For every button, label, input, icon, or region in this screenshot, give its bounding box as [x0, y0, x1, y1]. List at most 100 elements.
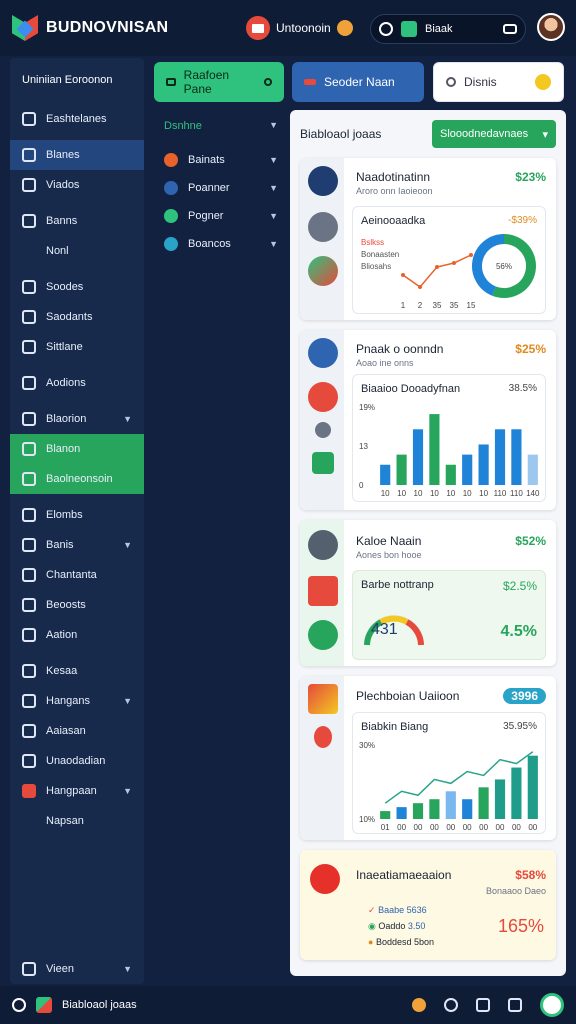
x-tick-label: 15 [467, 301, 476, 310]
x-tick-label: 140 [526, 489, 540, 498]
sub-nav-item[interactable]: Boancos ▼ [154, 230, 284, 258]
line-chart: 1 2 35 35 15 [401, 253, 476, 310]
metric-card[interactable]: Naadotinatinn $23% Aroro onn Iaoieoon Ae… [300, 158, 556, 320]
help-icon[interactable] [540, 993, 564, 1017]
sidebar-item[interactable]: Blaorion ▼ [10, 404, 144, 434]
metric-card[interactable]: Kaloe Naain $52% Aones bon hooe Barbe no… [300, 520, 556, 666]
sidebar-item[interactable]: Blanes [10, 140, 144, 170]
sidebar-item[interactable]: Sittlane [10, 332, 144, 362]
record-icon [310, 864, 340, 894]
sidebar-item-label: Baolneonsoin [46, 473, 113, 485]
chart-title: Biabkin Biang [361, 721, 429, 733]
sidebar-item[interactable]: Soodes [10, 272, 144, 302]
x-tick-label: 00 [414, 823, 423, 832]
sub-nav-header[interactable]: Dsnhne ▼ [154, 110, 284, 146]
data-point [452, 261, 456, 265]
sub-nav-item[interactable]: Bainats ▼ [154, 146, 284, 174]
account-pill[interactable]: Biaak [370, 14, 526, 44]
search-button-icon[interactable] [535, 74, 551, 90]
sidebar-item-bottom[interactable]: Vieen ▼ [10, 956, 144, 982]
window-icon[interactable] [476, 998, 490, 1012]
sub-nav-label: Poanner [188, 182, 230, 194]
image-icon [308, 256, 338, 286]
sidebar-item[interactable]: Banis ▼ [10, 530, 144, 560]
sidebar-item[interactable]: Kesaa [10, 656, 144, 686]
chat-icon[interactable] [444, 998, 458, 1012]
sidebar-item[interactable]: Elombs [10, 500, 144, 530]
circle-icon [264, 78, 272, 86]
bottom-status-text: Biabloaol joaas [62, 999, 137, 1011]
sub-nav-item[interactable]: Pogner ▼ [154, 202, 284, 230]
panel-dropdown-button[interactable]: Slooodnedavnaes ▾ [432, 120, 556, 148]
sidebar-item[interactable]: Baolneonsoin [10, 464, 144, 494]
sidebar-item[interactable]: Viados [10, 170, 144, 200]
grid-icon [22, 754, 36, 768]
robot-icon [308, 338, 338, 368]
chevron-down-icon: ▼ [123, 696, 132, 706]
sidebar-item[interactable]: Nonl [10, 236, 144, 266]
document-icon [308, 212, 338, 242]
x-tick-label: 110 [494, 489, 507, 498]
settings-icon[interactable] [12, 998, 26, 1012]
status-icon [164, 237, 178, 251]
avatar[interactable] [537, 13, 565, 41]
flag-icon [22, 784, 36, 798]
x-tick-label: 00 [512, 823, 521, 832]
primary-action-button[interactable]: Raafoen Pane [154, 62, 284, 102]
sub-nav-item[interactable]: Poanner ▼ [154, 174, 284, 202]
home-icon [22, 962, 36, 976]
detail-row: ◉ Oaddo 3.50 [368, 918, 434, 934]
sidebar-item[interactable]: Banns [10, 206, 144, 236]
sidebar-item-label: Elombs [46, 509, 83, 521]
sidebar-item[interactable]: Hangpaan ▼ [10, 776, 144, 806]
top-center-group[interactable]: Untoonoin [246, 16, 353, 40]
search-input[interactable]: Disnis [433, 62, 564, 102]
tag-icon [22, 694, 36, 708]
metric-card[interactable]: Inaeatiamaeaaion $58% Bonaaoo Daeo ✓ Baa… [300, 850, 556, 960]
send-icon [22, 178, 36, 192]
sidebar-item[interactable]: Eashtelanes [10, 104, 144, 134]
x-tick-label: 00 [446, 823, 455, 832]
toggle-icon[interactable] [503, 24, 517, 34]
card-value: $25% [515, 342, 546, 356]
sidebar-item[interactable]: Saodants [10, 302, 144, 332]
metric-card[interactable]: Plechboian Uaiioon 3996 Biabkin Biang 35… [300, 676, 556, 840]
image-icon [22, 472, 36, 486]
sidebar-item[interactable]: Blanon [10, 434, 144, 464]
sidebar-item[interactable]: Napsan [10, 806, 144, 836]
secondary-action-label: Seoder Naan [324, 75, 395, 89]
spacer-icon [22, 244, 36, 258]
sidebar-item[interactable]: Chantanta [10, 560, 144, 590]
bar [429, 414, 440, 485]
document-icon [22, 148, 36, 162]
sidebar-item[interactable]: Unaodadian [10, 746, 144, 776]
sidebar-item[interactable]: Aodions [10, 368, 144, 398]
sub-nav: Dsnhne ▼ Bainats ▼ Poanner ▼ Pogner ▼ Boancos ▼ [154, 110, 284, 258]
notification-icon[interactable] [412, 998, 426, 1012]
row-value: 5636 [406, 905, 427, 915]
search-placeholder: Disnis [464, 75, 497, 89]
gauge-panel: Barbe nottranp $2.5% 431 4.5% [352, 570, 546, 660]
sidebar-item[interactable]: Beoosts [10, 590, 144, 620]
card-name: Naadotinatinn [356, 170, 431, 184]
panel-title: Biabloaol joaas [300, 127, 382, 141]
settings-icon[interactable] [379, 22, 393, 36]
detail-row: ✓ Baabe 5636 [368, 902, 434, 918]
check-icon [308, 620, 338, 650]
data-point [418, 285, 422, 289]
sidebar-item[interactable]: Hangans ▼ [10, 686, 144, 716]
card-value: $23% [515, 170, 546, 184]
sidebar-item-label: Nonl [46, 245, 69, 257]
folder-icon [22, 412, 36, 426]
share-icon[interactable] [508, 998, 522, 1012]
metric-card[interactable]: Pnaak o oonndn $25% Aoao ine onns Biaaio… [300, 330, 556, 510]
secondary-action-button[interactable]: Seoder Naan [292, 62, 424, 102]
sidebar-item[interactable]: Aation [10, 620, 144, 650]
user-icon[interactable] [336, 20, 353, 36]
app-logo-icon[interactable] [12, 15, 38, 41]
image-icon [22, 442, 36, 456]
row-label: Oaddo [378, 921, 406, 931]
sidebar-item-label: Aodions [46, 377, 86, 389]
status-icon [164, 153, 178, 167]
sidebar-item[interactable]: Aaiasan [10, 716, 144, 746]
